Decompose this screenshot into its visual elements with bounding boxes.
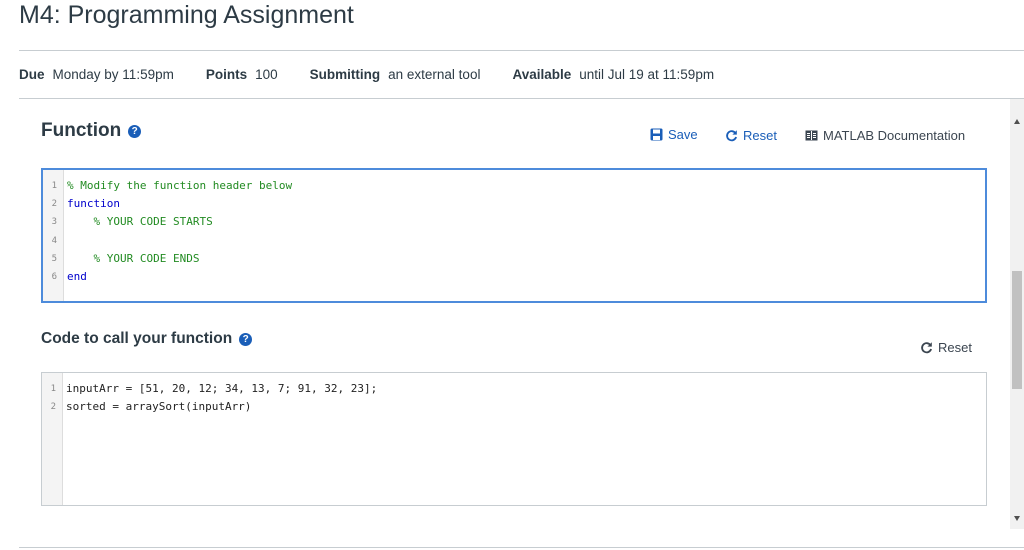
question-circle-icon[interactable]: ? [128, 124, 142, 138]
points-value: 100 [255, 67, 278, 82]
submitting-detail: Submitting an external tool [310, 67, 481, 82]
reset-label: Reset [743, 128, 777, 143]
code-text: % Modify the function header below [67, 179, 293, 192]
code-text: inputArr = [51, 20, 12; 34, 13, 7; 91, 3… [66, 382, 378, 395]
call-title-text: Code to call your function [41, 330, 233, 347]
available-label: Available [512, 67, 572, 82]
code-line: 1 % Modify the function header below [43, 177, 985, 195]
function-title-text: Function [41, 120, 122, 141]
code-line: 2 sorted = arraySort(inputArr) [42, 398, 986, 416]
reset-button[interactable]: Reset [725, 128, 777, 143]
line-number: 1 [51, 181, 57, 191]
assignment-details: Due Monday by 11:59pm Points 100 Submittin… [19, 67, 746, 82]
function-code-editor[interactable]: 1 % Modify the function header below 2 fun… [41, 168, 987, 303]
code-text: end [67, 269, 87, 283]
line-number: 1 [50, 384, 56, 394]
points-label: Points [205, 67, 248, 82]
book-icon [805, 130, 818, 141]
due-label: Due [19, 67, 45, 82]
save-icon [650, 128, 663, 141]
available-value: until Jul 19 at 11:59pm [579, 67, 715, 82]
scrollbar-thumb[interactable] [1012, 271, 1022, 389]
bottom-divider [19, 547, 1024, 548]
scroll-down-arrow-icon[interactable] [1014, 516, 1020, 521]
call-code-editor[interactable]: 1 inputArr = [51, 20, 12; 34, 13, 7; 91, … [41, 372, 987, 506]
line-number: 3 [51, 217, 57, 228]
code-line: 4 [43, 232, 985, 250]
line-number: 5 [51, 253, 57, 264]
submitting-label: Submitting [309, 67, 381, 82]
frame-scrollbar[interactable] [1010, 99, 1024, 529]
save-label: Save [668, 127, 698, 142]
code-line: 3 % YOUR CODE STARTS [43, 213, 985, 231]
matlab-documentation-button[interactable]: MATLAB Documentation [805, 128, 965, 143]
code-text: sorted = arraySort(inputArr) [66, 400, 252, 414]
line-number: 6 [51, 271, 57, 282]
line-number: 2 [50, 402, 56, 413]
page-title: M4: Programming Assignment [19, 1, 354, 29]
call-reset-label: Reset [938, 340, 972, 355]
matlab-documentation-label: MATLAB Documentation [823, 128, 966, 143]
code-line: 6 end [43, 268, 985, 286]
save-button[interactable]: Save [650, 127, 698, 142]
function-section-title: Function ? [41, 119, 142, 143]
code-text: function [67, 197, 120, 211]
scroll-up-arrow-icon[interactable] [1014, 119, 1020, 124]
call-section-title: Code to call your function ? [41, 329, 253, 349]
reset-icon [921, 342, 932, 354]
code-text: % YOUR CODE ENDS [67, 251, 200, 265]
code-line: 5 % YOUR CODE ENDS [43, 250, 985, 268]
due-detail: Due Monday by 11:59pm [19, 67, 174, 82]
code-line: 2 function [43, 195, 985, 213]
reset-icon [726, 130, 737, 142]
submitting-value: an external tool [388, 67, 481, 82]
code-text: % YOUR CODE STARTS [67, 215, 213, 229]
line-number: 4 [51, 235, 57, 246]
available-detail: Available until Jul 19 at 11:59pm [512, 67, 714, 82]
points-detail: Points 100 [206, 67, 278, 82]
matlab-grader-frame: Function ? Save Reset MATLAB Documentati… [0, 99, 1024, 529]
code-line: 1 inputArr = [51, 20, 12; 34, 13, 7; 91, … [42, 380, 986, 398]
line-number: 2 [51, 199, 57, 210]
question-circle-icon[interactable]: ? [239, 332, 253, 346]
due-value: Monday by 11:59pm [52, 67, 174, 82]
title-divider [19, 50, 1024, 51]
call-reset-button[interactable]: Reset [920, 340, 972, 355]
